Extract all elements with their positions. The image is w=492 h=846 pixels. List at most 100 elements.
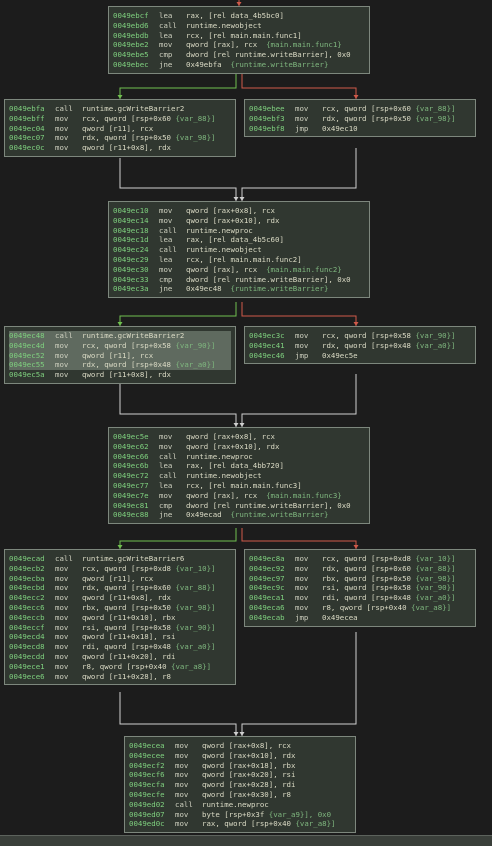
instruction-row[interactable]: 0049ed0c mov rax, qword [rsp+0x40 {var_a8}… <box>129 819 351 829</box>
instruction-row[interactable]: 0049ec9c mov rsi, qword [rsp+0x58 {var_90}… <box>249 583 471 593</box>
instruction-row[interactable]: 0049ebe5 cmp dword [rel runtime.writeBarri… <box>113 50 365 60</box>
instruction-operand: 0x49ec5e <box>322 350 358 360</box>
instruction-mnemonic: mov <box>159 490 173 500</box>
instruction-row[interactable]: 0049ecad call runtime.gcWriteBarrier6 <box>9 554 231 564</box>
instruction-row[interactable]: 0049ec97 mov rbx, qword [rsp+0x50 {var_98}… <box>249 574 471 584</box>
instruction-mnemonic: call <box>159 451 177 461</box>
instruction-row[interactable]: 0049ece6 mov qword [r11+0x28], r8 <box>9 672 231 682</box>
instruction-row[interactable]: 0049eca1 mov rdi, qword [rsp+0x48 {var_a0}… <box>249 593 471 603</box>
instruction-operand: rdx, qword [rsp+0x60 <box>322 563 416 573</box>
instruction-mnemonic: mov <box>55 622 69 632</box>
instruction-row[interactable]: 0049ec6b lea rax, [rel data_4bb720] <box>113 461 365 471</box>
instruction-row[interactable]: 0049ecf2 mov qword [rax+0x18], rbx <box>129 761 351 771</box>
instruction-row[interactable]: 0049ed07 mov byte [rsp+0x3f {var_a9}], 0x0 <box>129 810 351 820</box>
instruction-row[interactable]: 0049ec30 mov qword [rax], rcx {main.main.f… <box>113 265 365 275</box>
instruction-row[interactable]: 0049ec29 lea rcx, [rel main.main.func2] <box>113 255 365 265</box>
instruction-row[interactable]: 0049ec4d mov rcx, qword [rsp+0x58 {var_90}… <box>9 340 231 351</box>
instruction-row[interactable]: 0049ebfa call runtime.gcWriteBarrier2 <box>9 104 231 114</box>
instruction-row[interactable]: 0049ec3c mov rcx, qword [rsp+0x58 {var_90}… <box>249 331 471 341</box>
instruction-row[interactable]: 0049ec72 call runtime.newobject <box>113 471 365 481</box>
instruction-row[interactable]: 0049ec48 call runtime.gcWriteBarrier2 <box>9 331 231 341</box>
instruction-row[interactable]: 0049ebee mov rcx, qword [rsp+0x60 {var_88}… <box>249 104 471 114</box>
instruction-row[interactable]: 0049ebd6 call runtime.newobject <box>113 21 365 31</box>
basic-block-0049ecea[interactable]: 0049ecea mov qword [rax+0x8], rcx 0049ecee m… <box>124 736 356 834</box>
instruction-row[interactable]: 0049ecf6 mov qword [rax+0x20], rsi <box>129 770 351 780</box>
instruction-mnemonic: call <box>55 331 73 340</box>
instruction-address: 0049ec33 <box>113 274 149 284</box>
instruction-row[interactable]: 0049ec24 call runtime.newobject <box>113 245 365 255</box>
basic-block-0049ebcf[interactable]: 0049ebcf lea rax, [rel data_4b5bc0] 0049ebd… <box>108 6 370 74</box>
basic-block-0049ec3c[interactable]: 0049ec3c mov rcx, qword [rsp+0x58 {var_90}… <box>244 326 476 365</box>
instruction-row[interactable]: 0049ebff mov rcx, qword [rsp+0x60 {var_88}… <box>9 114 231 124</box>
basic-block-0049ec8a[interactable]: 0049ec8a mov rcx, qword [rsp+0xd8 {var_10}… <box>244 549 476 627</box>
instruction-row[interactable]: 0049ecea mov qword [rax+0x8], rcx <box>129 741 351 751</box>
instruction-row[interactable]: 0049ec18 call runtime.newproc <box>113 226 365 236</box>
instruction-row[interactable]: 0049eca6 mov r8, qword [rsp+0x40 {var_a8}] <box>249 603 471 613</box>
instruction-row[interactable]: 0049ec14 mov qword [rax+0x10], rdx <box>113 216 365 226</box>
instruction-row[interactable]: 0049ec81 cmp dword [rel runtime.writeBarri… <box>113 501 365 511</box>
instruction-row[interactable]: 0049ebe2 mov qword [rax], rcx {main.main.f… <box>113 40 365 50</box>
instruction-row[interactable]: 0049ec62 mov qword [rax+0x10], rdx <box>113 442 365 452</box>
instruction-row[interactable]: 0049ec46 jmp 0x49ec5e <box>249 351 471 361</box>
instruction-row[interactable]: 0049ebec jne 0x49ebfa {runtime.writeBarrie… <box>113 60 365 70</box>
instruction-row[interactable]: 0049ecba mov qword [r11], rcx <box>9 574 231 584</box>
instruction-row[interactable]: 0049ec41 mov rdx, qword [rsp+0x48 {var_a0}… <box>249 341 471 351</box>
instruction-row[interactable]: 0049ecb2 mov rcx, qword [rsp+0xd8 {var_10}… <box>9 564 231 574</box>
instruction-row[interactable]: 0049ecfa mov qword [rax+0x28], rdi <box>129 780 351 790</box>
instruction-row[interactable]: 0049ecd4 mov qword [r11+0x18], rsi <box>9 632 231 642</box>
instruction-row[interactable]: 0049ecc6 mov rbx, qword [rsp+0x50 {var_98}… <box>9 603 231 613</box>
basic-block-0049ec10[interactable]: 0049ec10 mov qword [rax+0x8], rcx 0049ec14 m… <box>108 201 370 299</box>
basic-block-0049ebee[interactable]: 0049ebee mov rcx, qword [rsp+0x60 {var_88}… <box>244 99 476 138</box>
instruction-row[interactable]: 0049ec66 call runtime.newproc <box>113 452 365 462</box>
basic-block-0049ecad[interactable]: 0049ecad call runtime.gcWriteBarrier6 0049e… <box>4 549 236 686</box>
instruction-row[interactable]: 0049ec0c mov qword [r11+0x8], rdx <box>9 143 231 153</box>
instruction-row[interactable]: 0049ec77 lea rcx, [rel main.main.func3] <box>113 481 365 491</box>
instruction-row[interactable]: 0049ec04 mov qword [r11], rcx <box>9 124 231 134</box>
instruction-mnemonic: mov <box>55 602 69 612</box>
instruction-row[interactable]: 0049ec55 mov rdx, qword [rsp+0x48 {var_a0}… <box>9 360 231 371</box>
instruction-row[interactable]: 0049ebcf lea rax, [rel data_4b5bc0] <box>113 11 365 21</box>
basic-block-0049ec5e[interactable]: 0049ec5e mov qword [rax+0x8], rcx 0049ec62 m… <box>108 427 370 525</box>
instruction-row[interactable]: 0049ecee mov qword [rax+0x10], rdx <box>129 751 351 761</box>
instruction-row[interactable]: 0049ec3a jne 0x49ec48 {runtime.writeBarrie… <box>113 284 365 294</box>
instruction-row[interactable]: 0049ec8a mov rcx, qword [rsp+0xd8 {var_10}… <box>249 554 471 564</box>
horizontal-scrollbar[interactable] <box>0 835 492 846</box>
instruction-row[interactable]: 0049eccf mov rsi, qword [rsp+0x58 {var_90}… <box>9 623 231 633</box>
instruction-row[interactable]: 0049ec10 mov qword [rax+0x8], rcx <box>113 206 365 216</box>
basic-block-0049ebfa[interactable]: 0049ebfa call runtime.gcWriteBarrier2 0049e… <box>4 99 236 157</box>
instruction-comment: {runtime.writeBarrier} <box>221 510 329 520</box>
instruction-row[interactable]: 0049ed02 call runtime.newproc <box>129 800 351 810</box>
instruction-address: 0049ecdd <box>9 651 45 661</box>
instruction-row[interactable]: 0049eccb mov qword [r11+0x10], rbx <box>9 613 231 623</box>
instruction-address: 0049ecc6 <box>9 602 45 612</box>
basic-block-0049ec48[interactable]: 0049ec48 call runtime.gcWriteBarrier2 0049e… <box>4 326 236 384</box>
instruction-mnemonic: cmp <box>159 274 173 284</box>
instruction-row[interactable]: 0049ece1 mov r8, qword [rsp+0x40 {var_a8}] <box>9 662 231 672</box>
instruction-row[interactable]: 0049ecc2 mov qword [r11+0x8], rdx <box>9 593 231 603</box>
instruction-row[interactable]: 0049ec5a mov qword [r11+0x8], rdx <box>9 370 231 380</box>
instruction-row[interactable]: 0049ebdb lea rcx, [rel main.main.func1] <box>113 31 365 41</box>
instruction-row[interactable]: 0049ec92 mov rdx, qword [rsp+0x60 {var_88}… <box>249 564 471 574</box>
instruction-mnemonic: mov <box>175 741 189 750</box>
instruction-mnemonic: jne <box>159 510 173 520</box>
instruction-row[interactable]: 0049ecdd mov qword [r11+0x20], rdi <box>9 652 231 662</box>
instruction-address: 0049ecf2 <box>129 760 165 770</box>
instruction-row[interactable]: 0049ec33 cmp dword [rel runtime.writeBarri… <box>113 275 365 285</box>
instruction-row[interactable]: 0049ecfe mov qword [rax+0x30], r8 <box>129 790 351 800</box>
instruction-row[interactable]: 0049ebf3 mov rdx, qword [rsp+0x50 {var_98}… <box>249 114 471 124</box>
instruction-row[interactable]: 0049ec52 mov qword [r11], rcx <box>9 350 231 361</box>
instruction-row[interactable]: 0049ecd8 mov rdi, qword [rsp+0x48 {var_a0}… <box>9 642 231 652</box>
instruction-mnemonic: cmp <box>159 50 173 60</box>
instruction-address: 0049ec6b <box>113 461 149 471</box>
instruction-row[interactable]: 0049ec5e mov qword [rax+0x8], rcx <box>113 432 365 442</box>
instruction-row[interactable]: 0049ecab jmp 0x49ecea <box>249 613 471 623</box>
instruction-row[interactable]: 0049ec07 mov rdx, qword [rsp+0x50 {var_98}… <box>9 133 231 143</box>
instruction-address: 0049ec24 <box>113 245 149 255</box>
instruction-row[interactable]: 0049ec7e mov qword [rax], rcx {main.main.f… <box>113 491 365 501</box>
instruction-row[interactable]: 0049ebf8 jmp 0x49ec10 <box>249 124 471 134</box>
instruction-row[interactable]: 0049ec1d lea rax, [rel data_4b5c60] <box>113 235 365 245</box>
instruction-comment: {var_a8}] <box>411 602 452 612</box>
instruction-row[interactable]: 0049ecbd mov rdx, qword [rsp+0x60 {var_88}… <box>9 583 231 593</box>
instruction-operand: rcx, qword [rsp+0x60 <box>322 104 416 113</box>
instruction-row[interactable]: 0049ec88 jne 0x49ecad {runtime.writeBarrie… <box>113 510 365 520</box>
